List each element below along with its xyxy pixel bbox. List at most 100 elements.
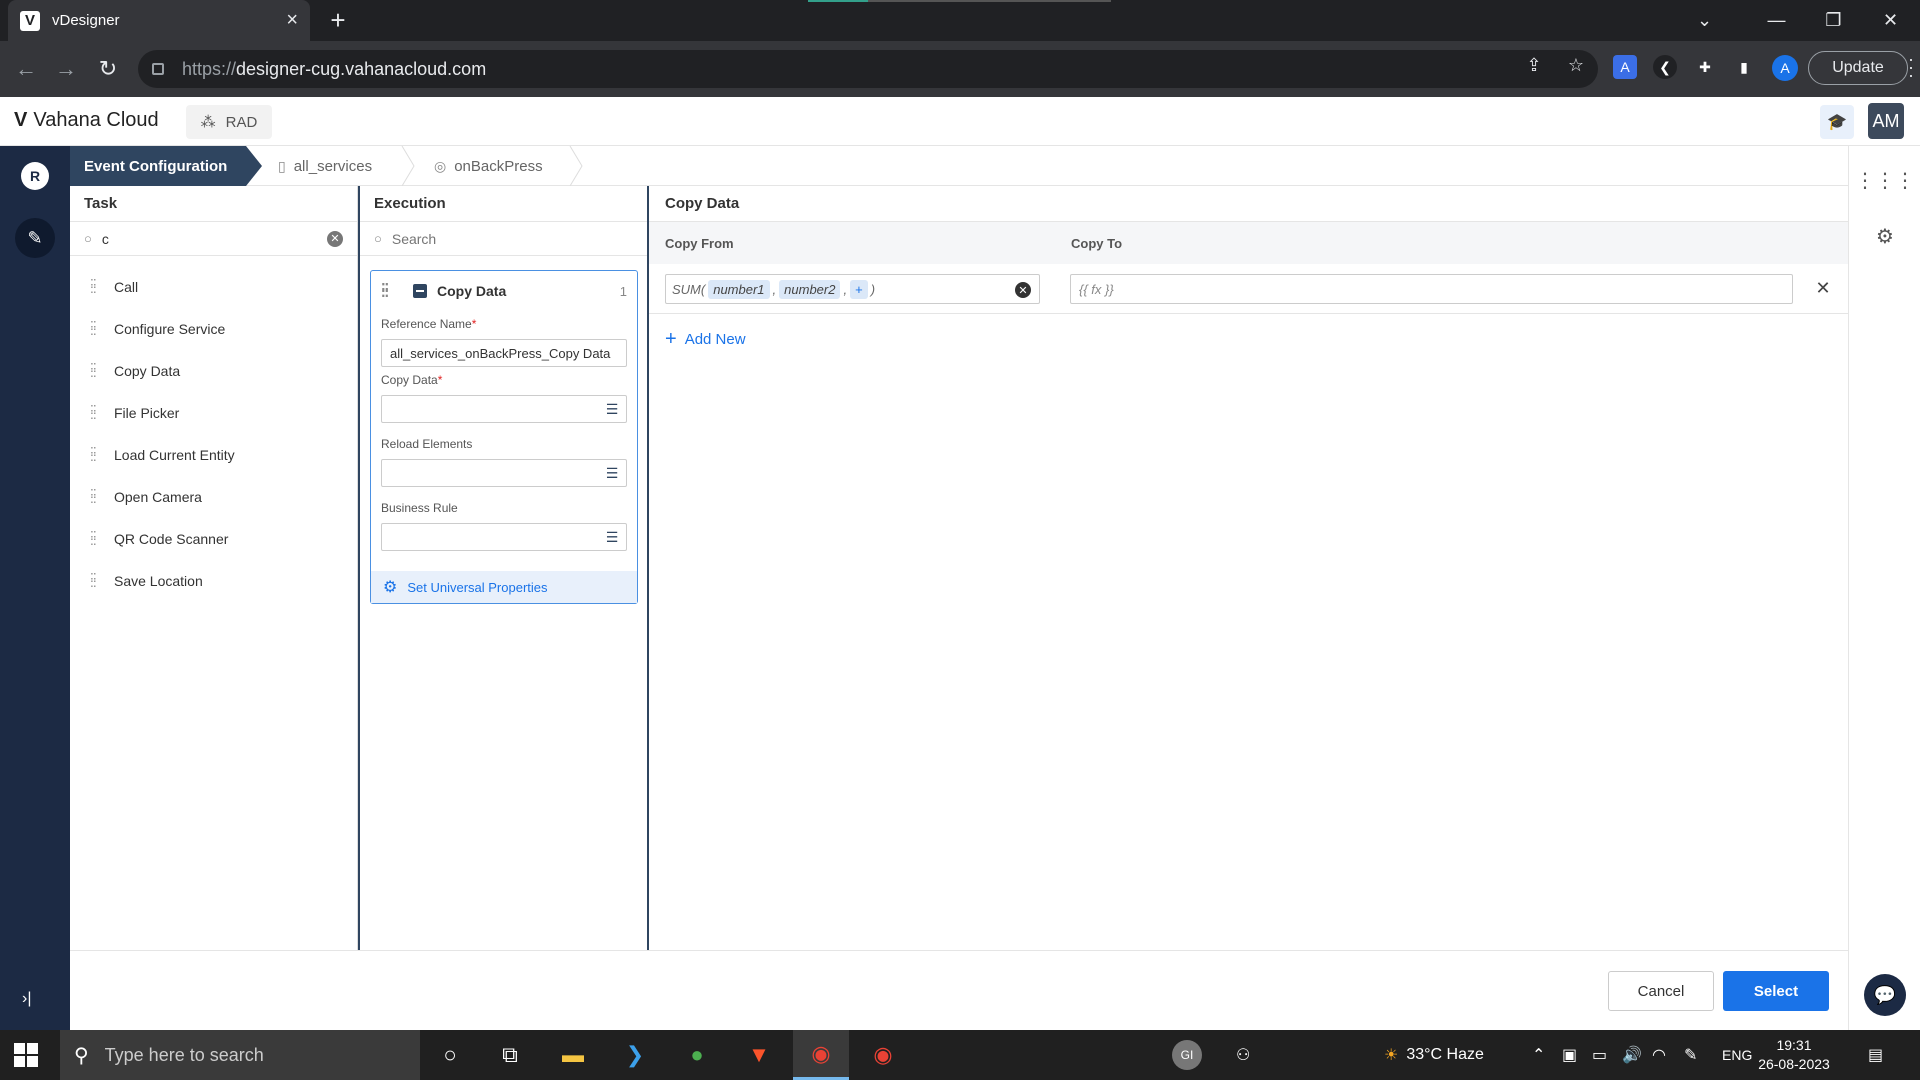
list-icon[interactable]: ☰ (598, 524, 626, 550)
address-bar[interactable]: https:// designer-cug.vahanacloud.com (138, 50, 1598, 88)
copy-from-expression[interactable]: SUM( number1 , number2 , + ) ✕ (665, 274, 1040, 304)
execution-search-input[interactable] (391, 230, 633, 247)
arg-chip[interactable]: number1 (708, 279, 770, 299)
extensions-puzzle-icon[interactable]: ✚ (1693, 55, 1717, 79)
taskbar-gi-badge[interactable]: GI (1172, 1030, 1202, 1080)
browser-menu-icon[interactable]: · · · (1908, 50, 1918, 84)
rail-avatar[interactable]: R (21, 162, 49, 190)
vahana-logo[interactable]: V Vahana Cloud (14, 109, 159, 132)
tray-overflow-icon[interactable]: ⌃ (1532, 1030, 1545, 1080)
drag-handle-icon[interactable]: ⁚⁚ ⁚⁚ (381, 282, 393, 299)
update-button[interactable]: Update (1808, 51, 1908, 85)
chat-icon[interactable]: 💬 (1864, 974, 1906, 1016)
drag-handle-icon[interactable]: ⁚⁚ ⁚⁚ (90, 446, 102, 463)
reference-name-field[interactable]: all_services_onBackPress_Copy Data (381, 339, 627, 367)
url-host: designer-cug.vahanacloud.com (236, 58, 487, 79)
execution-card-copy-data[interactable]: ⁚⁚ ⁚⁚ Copy Data 1 Reference Name* all_ser… (370, 270, 638, 604)
workspace-label: RAD (225, 113, 258, 131)
clear-search-icon[interactable]: ✕ (327, 230, 343, 247)
drag-handle-icon[interactable]: ⁚⁚ ⁚⁚ (90, 530, 102, 547)
graduation-cap-icon[interactable]: 🎓 (1820, 105, 1854, 139)
notifications-icon[interactable]: ▤ (1868, 1030, 1883, 1080)
task-search-input[interactable] (101, 230, 327, 247)
reload-elements-field[interactable]: ☰ (381, 459, 627, 487)
forward-arrow-icon[interactable]: → (50, 53, 82, 85)
cancel-button[interactable]: Cancel (1608, 971, 1714, 1011)
restore-button[interactable]: ❐ (1805, 0, 1862, 41)
cortana-icon[interactable]: ○ (422, 1030, 478, 1080)
add-new-button[interactable]: + Add New (665, 328, 746, 351)
taskbar-search[interactable]: ⚲ Type here to search (60, 1030, 420, 1080)
windows-start-icon[interactable] (14, 1043, 38, 1067)
breadcrumb-all-services[interactable]: ▯ all_services (278, 146, 372, 186)
apps-grid-icon[interactable]: ⋮⋮⋮ (1855, 166, 1915, 194)
list-icon[interactable]: ☰ (598, 460, 626, 486)
wifi-icon[interactable]: ◠ (1652, 1030, 1666, 1080)
bookmark-star-icon[interactable]: ☆ (1562, 51, 1590, 79)
drag-handle-icon[interactable]: ⁚⁚ ⁚⁚ (90, 362, 102, 379)
task-item-save-location[interactable]: ⁚⁚ ⁚⁚ Save Location (70, 560, 357, 602)
workspace-chip[interactable]: ⁂ RAD (186, 105, 272, 139)
tab-search-chevron-icon[interactable]: ⌄ (1676, 0, 1733, 41)
breadcrumb-onbackpress[interactable]: ◎ onBackPress (434, 146, 543, 186)
volume-icon[interactable]: 🔊 (1622, 1030, 1642, 1080)
task-view-icon[interactable]: ⧉ (482, 1030, 538, 1080)
minimize-button[interactable]: — (1748, 0, 1805, 41)
user-avatar[interactable]: AM (1868, 103, 1904, 139)
browser-tab-vdesigner[interactable]: V vDesigner × (8, 0, 310, 41)
col-copy-from: Copy From (665, 235, 734, 251)
language-indicator[interactable]: ENG (1722, 1030, 1752, 1080)
close-tab-icon[interactable]: × (286, 9, 298, 32)
task-item-call[interactable]: ⁚⁚ ⁚⁚ Call (70, 266, 357, 308)
drag-handle-icon[interactable]: ⁚⁚ ⁚⁚ (90, 488, 102, 505)
set-universal-properties-button[interactable]: ⚙ Set Universal Properties (371, 571, 637, 603)
extension-translate-icon[interactable]: A (1613, 55, 1637, 79)
share-icon[interactable]: ⇪ (1520, 51, 1548, 79)
chrome-profile-icon[interactable]: ◉ (855, 1030, 911, 1080)
file-explorer-icon[interactable]: ▬ (545, 1030, 601, 1080)
back-arrow-icon[interactable]: ← (10, 53, 42, 85)
battery-icon[interactable]: ▭ (1592, 1030, 1607, 1080)
drag-handle-icon[interactable]: ⁚⁚ ⁚⁚ (90, 278, 102, 295)
side-panel-icon[interactable]: ▮ (1732, 55, 1756, 79)
expand-rail-icon[interactable]: ›| (22, 990, 31, 1008)
list-icon[interactable]: ☰ (598, 396, 626, 422)
copy-to-field[interactable]: {{ fx }} (1070, 274, 1793, 304)
close-window-button[interactable]: ✕ (1862, 0, 1919, 41)
copy-data-field[interactable]: ☰ (381, 395, 627, 423)
drag-handle-icon[interactable]: ⁚⁚ ⁚⁚ (90, 320, 102, 337)
extension-back-icon[interactable]: ❮ (1653, 55, 1677, 79)
vscode-icon[interactable]: ❯ (607, 1030, 663, 1080)
remove-row-icon[interactable]: ✕ (1811, 276, 1835, 300)
arg-chip[interactable]: number2 (779, 279, 841, 299)
brave-icon[interactable]: ▼ (731, 1030, 787, 1080)
people-icon[interactable]: ⚇ (1236, 1030, 1250, 1080)
task-item-configure-service[interactable]: ⁚⁚ ⁚⁚ Configure Service (70, 308, 357, 350)
model-settings-icon[interactable]: ⚙ (1871, 222, 1899, 250)
chrome-icon[interactable]: ◉ (793, 1030, 849, 1080)
drag-handle-icon[interactable]: ⁚⁚ ⁚⁚ (90, 572, 102, 589)
select-button[interactable]: Select (1723, 971, 1829, 1011)
collapse-icon[interactable] (413, 284, 427, 298)
breadcrumb-event-configuration[interactable]: Event Configuration (70, 146, 262, 186)
task-item-open-camera[interactable]: ⁚⁚ ⁚⁚ Open Camera (70, 476, 357, 518)
task-item-qr-code-scanner[interactable]: ⁚⁚ ⁚⁚ QR Code Scanner (70, 518, 357, 560)
task-item-load-current-entity[interactable]: ⁚⁚ ⁚⁚ Load Current Entity (70, 434, 357, 476)
new-tab-button[interactable]: + (322, 4, 354, 36)
clock[interactable]: 19:31 26-08-2023 (1754, 1036, 1834, 1074)
business-rule-field[interactable]: ☰ (381, 523, 627, 551)
clear-expression-icon[interactable]: ✕ (1015, 282, 1031, 298)
add-arg-button[interactable]: + (850, 279, 868, 299)
weather-widget[interactable]: ☀ 33°C Haze (1384, 1030, 1484, 1080)
task-panel-title: Task (70, 186, 357, 222)
reload-icon[interactable]: ↻ (92, 53, 124, 85)
pen-icon[interactable]: ✎ (1684, 1030, 1697, 1080)
designer-screen-icon[interactable]: ✎ (15, 218, 55, 258)
drag-handle-icon[interactable]: ⁚⁚ ⁚⁚ (90, 404, 102, 421)
meet-icon[interactable]: ▣ (1562, 1030, 1577, 1080)
task-item-copy-data[interactable]: ⁚⁚ ⁚⁚ Copy Data (70, 350, 357, 392)
profile-avatar[interactable]: A (1772, 55, 1798, 81)
task-label: Save Location (114, 573, 203, 589)
mongodb-compass-icon[interactable]: ● (669, 1030, 725, 1080)
task-item-file-picker[interactable]: ⁚⁚ ⁚⁚ File Picker (70, 392, 357, 434)
